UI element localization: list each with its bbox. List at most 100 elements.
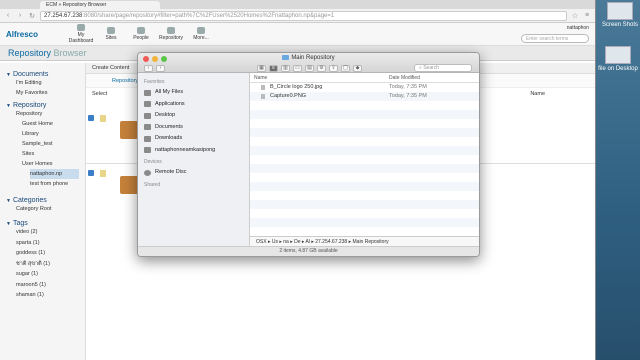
tags-section-header[interactable]: ▼ Tags xyxy=(6,220,79,227)
sidebar-item-sample-test[interactable]: Sample_test xyxy=(22,139,79,149)
coverflow-view-icon[interactable]: ▭ xyxy=(293,64,302,72)
tag-item[interactable]: goddess (1) xyxy=(16,248,79,259)
devices-header: Devices xyxy=(144,159,162,165)
repository-section-header[interactable]: ▼ Repository xyxy=(6,102,79,109)
finder-dialog: Main Repository ‹ › ▦ ≡ ▥ ▭ ▤ ⚙ ⇪ ◯ ◆ ⌕ … xyxy=(137,52,480,257)
share-icon[interactable]: ⇪ xyxy=(329,64,338,72)
sidebar-item-downloads[interactable]: Downloads xyxy=(144,133,243,145)
nav-people[interactable]: People xyxy=(126,27,156,41)
empty-row xyxy=(250,182,479,191)
image-thumbnail[interactable] xyxy=(120,176,138,194)
sidebar-item-user-homes[interactable]: User Homes xyxy=(22,159,79,169)
checkbox[interactable] xyxy=(88,115,94,121)
sidebar-item-repository-root[interactable]: Repository xyxy=(16,109,79,119)
folder-icon xyxy=(282,55,290,60)
url-input[interactable]: 27.254.67.238:8080/share/page/repository… xyxy=(40,10,567,21)
nav-repository[interactable]: Repository xyxy=(156,27,186,41)
create-content-button[interactable]: Create Content xyxy=(92,65,129,71)
tag-item[interactable]: video (2) xyxy=(16,227,79,238)
empty-row xyxy=(250,146,479,155)
finder-title: Main Repository xyxy=(138,55,479,61)
alfresco-logo[interactable]: Alfresco xyxy=(6,30,66,39)
sidebar-item-home[interactable]: nattaphonneamkasipong xyxy=(144,145,243,157)
address-toolbar: ‹ › ↻ 27.254.67.238:8080/share/page/repo… xyxy=(0,9,595,23)
reload-icon[interactable]: ↻ xyxy=(28,12,36,20)
url-host: 27.254.67.238 xyxy=(44,12,83,19)
expand-triangle-icon: ▼ xyxy=(6,221,11,227)
nav-my-dashboard[interactable]: My Dashboard xyxy=(66,24,96,44)
expand-triangle-icon: ▼ xyxy=(6,103,11,109)
finder-titlebar[interactable]: Main Repository ‹ › ▦ ≡ ▥ ▭ ▤ ⚙ ⇪ ◯ ◆ ⌕ … xyxy=(138,53,479,73)
sort-menu[interactable]: Name xyxy=(530,91,545,97)
gear-icon[interactable]: ⚙ xyxy=(317,64,326,72)
select-menu[interactable]: Select xyxy=(92,91,107,97)
nav-more[interactable]: More... xyxy=(186,27,216,41)
forward-arrow-icon[interactable]: › xyxy=(16,12,24,19)
tag-item[interactable]: ชาติ สุขาติ (1) xyxy=(16,259,79,270)
dashboard-icon xyxy=(77,24,85,31)
column-date-modified[interactable]: Date Modified xyxy=(389,75,420,81)
path-bar[interactable]: OSX ▸ Us ▸ na ▸ De ▸ Al ▸ 27.254.67.238 … xyxy=(250,236,479,246)
empty-row xyxy=(250,155,479,164)
file-row[interactable]: B_Circle logo 250.jpg Today, 7:35 PM xyxy=(250,83,479,92)
sidebar-item-category-root[interactable]: Category Root xyxy=(16,204,79,214)
arrange-icon[interactable]: ▤ xyxy=(305,64,314,72)
people-icon xyxy=(137,27,145,34)
star-icon[interactable]: ☆ xyxy=(571,12,579,20)
sidebar-item-nattaphon[interactable]: nattaphon.np xyxy=(30,169,79,179)
tag-item[interactable]: sparta (1) xyxy=(16,238,79,249)
sidebar-item-applications[interactable]: Applications xyxy=(144,99,243,111)
sidebar-item-remote-disc[interactable]: Remote Disc xyxy=(144,167,243,179)
sidebar-item-library[interactable]: Library xyxy=(22,129,79,139)
desktop-icon-label: Screen Shots xyxy=(601,22,639,28)
back-icon[interactable]: ‹ xyxy=(144,64,153,72)
file-row[interactable]: Capture0.PNG Today, 7:35 PM xyxy=(250,92,479,101)
back-arrow-icon[interactable]: ‹ xyxy=(4,12,12,19)
user-menu[interactable]: nattaphon xyxy=(521,25,589,31)
desktop-icon-file[interactable]: file on Desktop xyxy=(598,46,638,72)
sidebar-item-label: Desktop xyxy=(155,112,176,118)
column-view-icon[interactable]: ▥ xyxy=(281,64,290,72)
sidebar-item-editing[interactable]: I'm Editing xyxy=(16,78,79,88)
checkbox[interactable] xyxy=(88,170,94,176)
column-headers: Name Date Modified xyxy=(250,73,479,83)
sidebar-item-sites[interactable]: Sites xyxy=(22,149,79,159)
menu-icon[interactable]: ≡ xyxy=(583,12,591,19)
image-thumbnail[interactable] xyxy=(120,121,138,139)
search-input[interactable]: Enter search terms xyxy=(521,34,589,43)
tag-item[interactable]: sugar (1) xyxy=(16,269,79,280)
sidebar-item-favorites[interactable]: My Favorites xyxy=(16,88,79,98)
search-placeholder: Search xyxy=(423,65,440,71)
tag-item[interactable]: maroon5 (1) xyxy=(16,280,79,291)
sidebar-item-label: Applications xyxy=(155,100,185,107)
empty-row xyxy=(250,119,479,128)
forward-icon[interactable]: › xyxy=(156,64,165,72)
documents-section-header[interactable]: ▼ Documents xyxy=(6,71,79,78)
browser-tab[interactable]: ECM » Repository Browser xyxy=(40,1,160,9)
tag-item[interactable]: shaman (1) xyxy=(16,290,79,301)
sidebar-item-test-from-phone[interactable]: test from phone xyxy=(30,179,79,189)
sidebar-item-label: Remote Disc xyxy=(155,169,187,175)
sidebar-item-documents[interactable]: Documents xyxy=(144,122,243,134)
categories-section-header[interactable]: ▼ Categories xyxy=(6,197,79,204)
icon-view-icon[interactable]: ▦ xyxy=(257,64,266,72)
file-thumbnail-icon xyxy=(605,46,631,64)
column-name[interactable]: Name xyxy=(254,75,267,81)
app-header: Alfresco My Dashboard Sites People Repos… xyxy=(0,23,595,46)
favorites-header: Favorites xyxy=(144,79,165,85)
nav-sites[interactable]: Sites xyxy=(96,27,126,41)
list-view-icon[interactable]: ≡ xyxy=(269,64,278,72)
empty-row xyxy=(250,218,479,227)
finder-sidebar: Favorites All My Files Applications Desk… xyxy=(138,73,250,256)
plus-icon xyxy=(197,27,205,34)
sidebar-item-desktop[interactable]: Desktop xyxy=(144,110,243,122)
downloads-icon xyxy=(144,135,151,142)
desktop-icon-screenshots[interactable]: Screen Shots xyxy=(600,2,640,28)
sidebar-item-all-my-files[interactable]: All My Files xyxy=(144,87,243,99)
empty-row xyxy=(250,101,479,110)
finder-search-input[interactable]: ⌕ Search xyxy=(414,64,472,72)
dropbox-icon[interactable]: ◆ xyxy=(353,64,362,72)
empty-row xyxy=(250,128,479,137)
tag-icon[interactable]: ◯ xyxy=(341,64,350,72)
sidebar-item-guest-home[interactable]: Guest Home xyxy=(22,119,79,129)
